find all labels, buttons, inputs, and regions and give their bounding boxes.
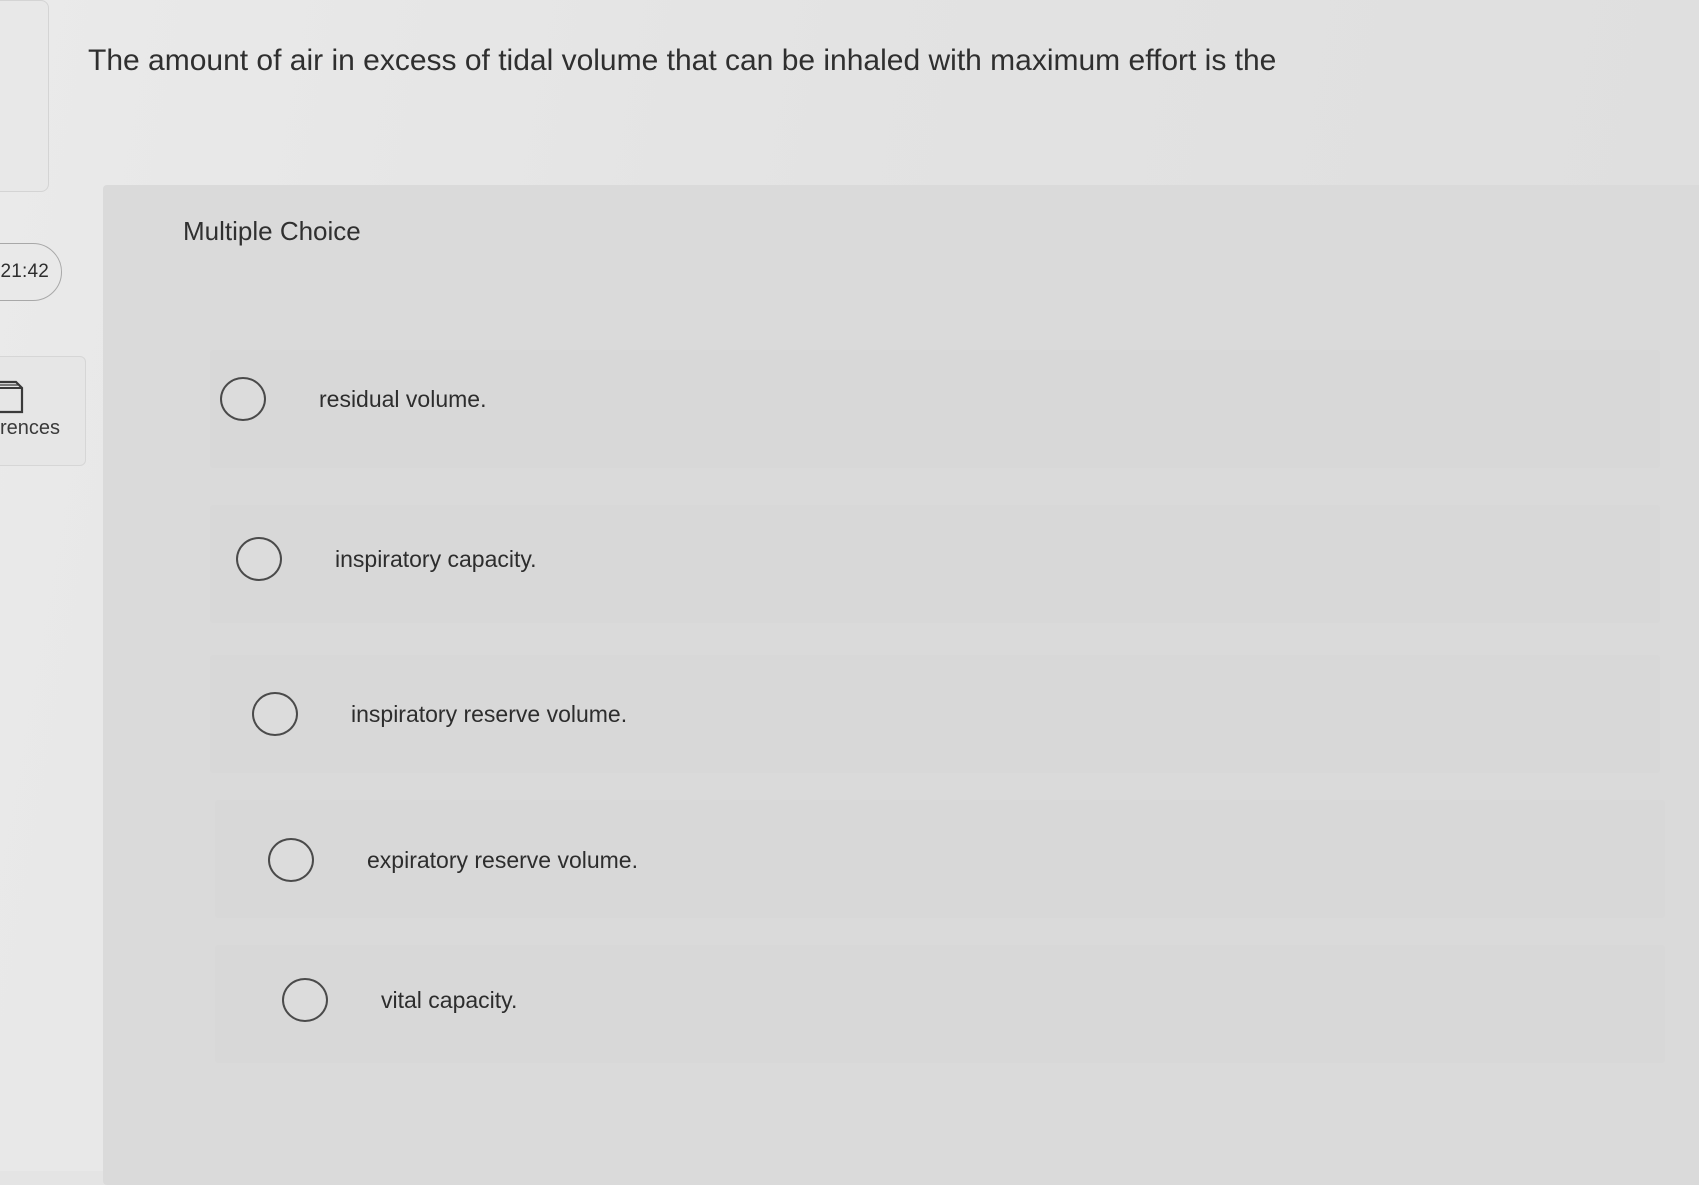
book-icon [0,380,24,414]
option-inspiratory-capacity[interactable]: inspiratory capacity. [236,537,537,581]
option-label: inspiratory capacity. [335,545,537,572]
timer-text: 21:42 [0,261,49,282]
option-label: vital capacity. [381,986,518,1013]
option-residual-volume[interactable]: residual volume. [220,377,486,421]
option-expiratory-reserve-volume[interactable]: expiratory reserve volume. [268,838,638,882]
radio-button[interactable] [268,838,314,882]
left-rail-card [0,0,49,192]
question-text: The amount of air in excess of tidal vol… [88,44,1277,77]
radio-button[interactable] [220,377,266,421]
option-label: inspiratory reserve volume. [351,700,628,727]
radio-button[interactable] [282,978,328,1022]
option-label: residual volume. [319,385,487,412]
option-vital-capacity[interactable]: vital capacity. [282,978,517,1022]
question-type-label: Multiple Choice [183,216,361,246]
option-inspiratory-reserve-volume[interactable]: inspiratory reserve volume. [252,692,627,736]
timer-badge: 21:42 [0,243,62,301]
radio-button[interactable] [252,692,298,736]
option-label: expiratory reserve volume. [367,846,638,873]
radio-button[interactable] [236,537,282,581]
references-label: rences [0,417,61,439]
